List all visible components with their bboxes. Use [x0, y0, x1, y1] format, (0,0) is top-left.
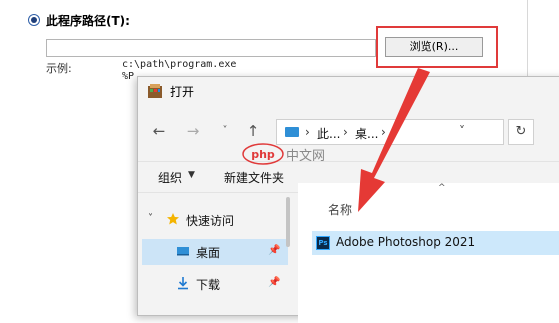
divider	[527, 0, 528, 80]
open-file-dialog: 打开 ← → ˅ ↑ › 此... › 桌... › ˅ ↻ 组织 ▼ 新建文件…	[137, 76, 559, 323]
php-logo-icon: php	[242, 143, 284, 165]
desktop-icon	[177, 247, 189, 256]
tree-label-desktop: 桌面	[196, 246, 221, 260]
file-name: Adobe Photoshop 2021	[336, 235, 476, 249]
breadcrumb-chevron-icon: ›	[343, 125, 348, 139]
breadcrumb-this-pc[interactable]: 此...	[317, 125, 340, 142]
breadcrumb-chevron-icon: ›	[381, 125, 386, 139]
tree-label-quick-access: 快速访问	[186, 214, 235, 228]
radio-dot	[31, 17, 37, 23]
refresh-icon[interactable]: ↻	[508, 119, 534, 145]
nav-scrollbar[interactable]	[286, 197, 290, 247]
tree-item-downloads[interactable]: 下载 📌	[142, 271, 288, 297]
folder-icon	[285, 127, 299, 137]
watermark: php 中文网	[242, 143, 326, 165]
tree-label-downloads: 下载	[196, 278, 221, 292]
up-icon[interactable]: ↑	[244, 122, 262, 140]
dialog-title-bar: 打开	[138, 77, 559, 105]
app-icon	[148, 84, 162, 98]
program-path-radio[interactable]	[28, 14, 40, 26]
sort-arrow-icon: ^	[438, 183, 446, 193]
watermark-text: 中文网	[286, 149, 326, 164]
star-icon	[167, 213, 179, 225]
expand-chevron-icon[interactable]: ˅	[148, 213, 153, 224]
watermark-logo-text: php	[251, 148, 275, 161]
photoshop-icon: Ps	[316, 236, 330, 250]
tree-item-desktop[interactable]: 桌面 📌	[142, 239, 288, 265]
recent-chevron-icon[interactable]: ˅	[216, 122, 234, 140]
address-dropdown-icon[interactable]: ˅	[459, 124, 465, 138]
highlight-box	[376, 26, 498, 68]
download-icon	[178, 277, 188, 290]
breadcrumb-chevron-icon: ›	[305, 125, 310, 139]
nav-toolbar: ← → ˅ ↑ › 此... › 桌... › ˅ ↻	[138, 113, 559, 151]
pin-icon[interactable]: 📌	[268, 277, 280, 288]
organize-button[interactable]: 组织	[158, 169, 182, 186]
example-line-1: c:\path\program.exe	[122, 59, 237, 70]
address-bar[interactable]: › 此... › 桌... › ˅	[276, 119, 504, 145]
pin-icon[interactable]: 📌	[268, 245, 280, 256]
file-row[interactable]: Ps Adobe Photoshop 2021	[312, 231, 559, 255]
example-line-2: %P	[122, 71, 135, 82]
new-folder-button[interactable]: 新建文件夹	[224, 169, 284, 186]
dialog-title: 打开	[170, 85, 195, 99]
navigation-pane: ˅ 快速访问 桌面 📌 下载 📌	[138, 193, 290, 323]
organize-dropdown-icon[interactable]: ▼	[188, 170, 195, 180]
example-label: 示例:	[46, 62, 72, 75]
back-icon[interactable]: ←	[150, 122, 168, 140]
forward-icon[interactable]: →	[184, 122, 202, 140]
program-path-input[interactable]	[46, 39, 376, 57]
program-path-label: 此程序路径(T):	[46, 14, 130, 28]
breadcrumb-desktop[interactable]: 桌...	[355, 125, 378, 142]
column-header-name[interactable]: 名称	[328, 201, 352, 218]
file-list: ^ 名称 Ps Adobe Photoshop 2021	[298, 183, 559, 323]
tree-item-quick-access[interactable]: ˅ 快速访问	[138, 207, 284, 233]
